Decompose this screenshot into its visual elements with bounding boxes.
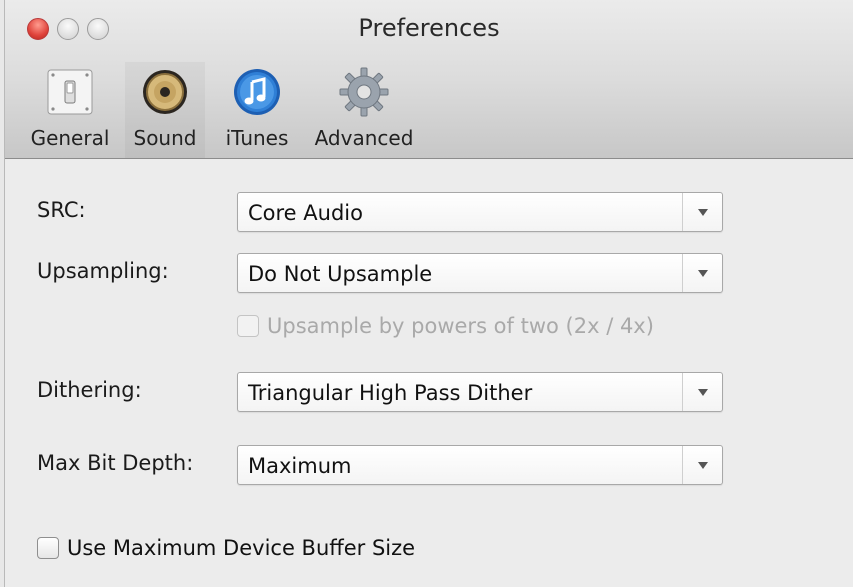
src-select[interactable]: Core Audio xyxy=(237,192,723,232)
preferences-content: SRC: Core Audio Upsampling: Do Not Upsam… xyxy=(5,160,853,587)
itunes-note-icon xyxy=(228,62,286,122)
chevron-down-icon xyxy=(682,446,722,484)
chevron-down-icon xyxy=(682,193,722,231)
powers-of-two-label: Upsample by powers of two (2x / 4x) xyxy=(267,314,654,338)
toolbar-item-itunes[interactable]: iTunes xyxy=(217,62,297,158)
max-buffer-label: Use Maximum Device Buffer Size xyxy=(67,536,416,560)
gear-icon xyxy=(335,62,393,122)
src-label: SRC: xyxy=(37,198,86,222)
max-bit-depth-select[interactable]: Maximum xyxy=(237,445,723,485)
upsampling-label: Upsampling: xyxy=(37,259,169,283)
speaker-icon xyxy=(136,62,194,122)
upsampling-select[interactable]: Do Not Upsample xyxy=(237,253,723,293)
powers-of-two-checkbox[interactable] xyxy=(237,315,259,337)
max-bit-depth-label: Max Bit Depth: xyxy=(37,451,194,475)
window-title: Preferences xyxy=(358,14,500,42)
toolbar-label-itunes: iTunes xyxy=(225,126,289,150)
max-buffer-checkbox[interactable] xyxy=(37,537,59,559)
dithering-label: Dithering: xyxy=(37,378,142,402)
dithering-select[interactable]: Triangular High Pass Dither xyxy=(237,372,723,412)
upsampling-select-value: Do Not Upsample xyxy=(248,262,433,286)
chevron-down-icon xyxy=(682,254,722,292)
chevron-down-icon xyxy=(682,373,722,411)
max-bit-depth-select-value: Maximum xyxy=(248,454,352,478)
powers-of-two-checkbox-row[interactable]: Upsample by powers of two (2x / 4x) xyxy=(237,314,654,338)
toolbar-item-advanced[interactable]: Advanced xyxy=(309,62,419,158)
toolbar-item-sound[interactable]: Sound xyxy=(125,62,205,158)
toolbar-item-general[interactable]: General xyxy=(27,62,113,158)
toolbar-label-advanced: Advanced xyxy=(314,126,414,150)
toolbar-label-sound: Sound xyxy=(133,126,197,150)
preferences-window: Preferences General Sound iTunes Advance… xyxy=(4,0,853,587)
max-buffer-checkbox-row[interactable]: Use Maximum Device Buffer Size xyxy=(37,536,415,560)
toolbar-label-general: General xyxy=(30,126,110,150)
general-switch-icon xyxy=(41,62,99,122)
title-toolbar-area: Preferences General Sound iTunes Advance… xyxy=(5,0,853,159)
dithering-select-value: Triangular High Pass Dither xyxy=(248,381,533,405)
src-select-value: Core Audio xyxy=(248,201,363,225)
